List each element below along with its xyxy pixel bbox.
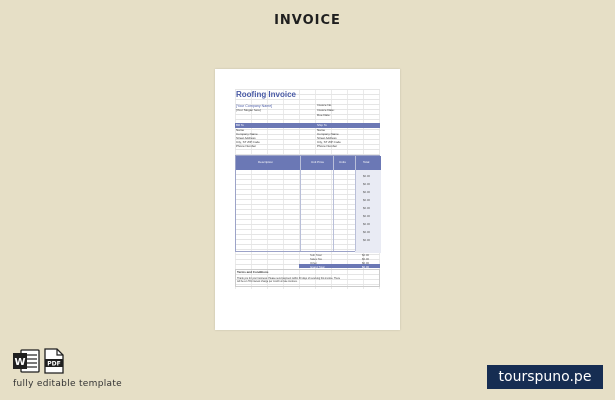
page-title: INVOICE: [274, 13, 341, 28]
line-items-table: Description Unit Price Units Total $0.00…: [235, 155, 381, 253]
terms-title: Terms and Conditions: [237, 270, 269, 274]
row-total: $0.00: [363, 206, 370, 210]
items-header-bar: Description Unit Price Units Total: [236, 156, 381, 170]
grand-total-value: $0.00: [362, 264, 369, 269]
row-total: $0.00: [363, 214, 370, 218]
row-total: $0.00: [363, 238, 370, 242]
grand-total-label: Grand Total: [310, 264, 325, 269]
invoice-date-label: Invoice Date:: [317, 108, 335, 112]
row-total: $0.00: [363, 190, 370, 194]
company-slogan: [Your Slogan here]: [236, 108, 261, 112]
word-icon-letter: W: [14, 357, 25, 368]
bill-line: Phone Number: [236, 144, 257, 148]
col-total: Total: [363, 160, 370, 164]
col-divider: [355, 156, 356, 251]
row-total: $0.00: [363, 198, 370, 202]
invoice-title: Roofing Invoice: [236, 90, 296, 99]
row-total: $0.00: [363, 174, 370, 178]
invoice-no-label: Invoice No:: [317, 103, 333, 107]
ship-line: Phone Number: [317, 144, 338, 148]
col-divider: [333, 156, 334, 251]
invoice-preview-page: Roofing Invoice [Your Company Name] [You…: [215, 69, 400, 330]
row-total: $0.00: [363, 230, 370, 234]
grand-total-bar: Grand Total $0.00: [299, 264, 380, 269]
terms-box: Terms and Conditions Thank you for your …: [235, 269, 380, 287]
row-total: $0.00: [363, 222, 370, 226]
row-total: $0.00: [363, 182, 370, 186]
col-unit-price: Unit Price: [311, 160, 325, 164]
invoice-sheet: Roofing Invoice [Your Company Name] [You…: [235, 89, 381, 289]
pdf-icon-label: PDF: [47, 361, 60, 368]
template-caption: fully editable template: [13, 379, 122, 389]
address-header-bar: Bill To Ship To: [235, 123, 380, 128]
due-date-label: Due Date:: [317, 113, 331, 117]
col-divider: [300, 156, 301, 251]
terms-text: will be a 1.5% interest charge per month…: [237, 280, 298, 283]
col-description: Description: [258, 160, 274, 164]
col-units: Units: [339, 160, 346, 164]
word-icon: W: [13, 349, 40, 373]
pdf-icon: PDF: [44, 348, 64, 374]
brand-badge: tourspuno.pe: [487, 365, 603, 389]
